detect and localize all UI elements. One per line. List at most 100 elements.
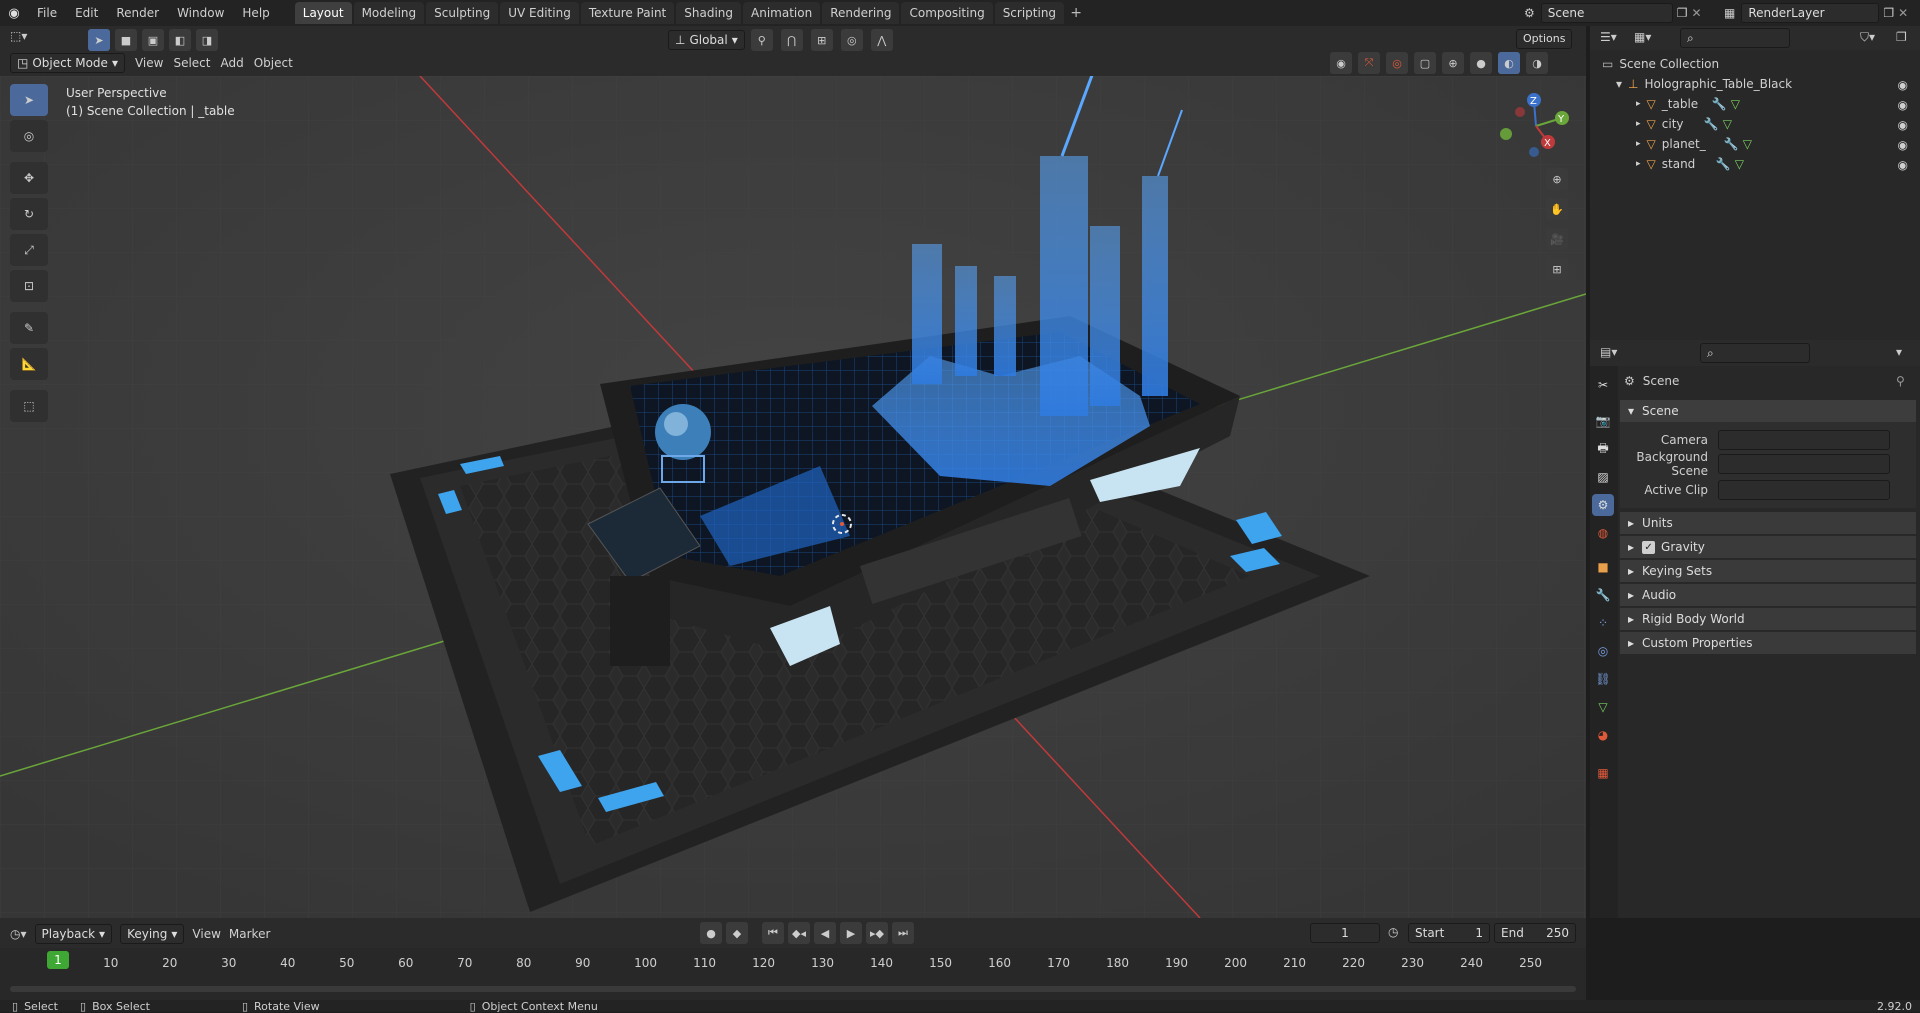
expand-arrow-icon[interactable]: ▸ (1636, 159, 1641, 169)
jump-end-icon[interactable]: ⏭ (892, 922, 914, 944)
pin-icon[interactable]: ⚲ (1896, 374, 1905, 388)
tool-rotate[interactable]: ↻ (10, 198, 48, 230)
eye-icon[interactable]: ◉ (1898, 78, 1908, 92)
options-button[interactable]: Options (1516, 29, 1573, 49)
object-tab-icon[interactable]: ■ (1592, 556, 1614, 578)
texture-tab-icon[interactable]: ▦ (1592, 762, 1614, 784)
mesh-data-icon[interactable]: ▽ (1731, 97, 1740, 111)
tool-add-cube[interactable]: ⬚ (10, 390, 48, 422)
snap-icon[interactable]: ⋂ (780, 29, 803, 51)
tab-compositing[interactable]: Compositing (901, 2, 993, 24)
gravity-checkbox[interactable]: ✓ (1642, 540, 1656, 554)
overlay-icon[interactable]: ◎ (1386, 52, 1408, 74)
outliner-row-city[interactable]: ▸ ▽ city 🔧 ▽ (1636, 114, 1732, 134)
snap-increment-icon[interactable]: ⊞ (810, 29, 833, 51)
gizmo-icon[interactable]: ⤧ (1358, 52, 1380, 74)
mesh-data-icon[interactable]: ▽ (1735, 157, 1744, 171)
outliner-editor-icon[interactable]: ☰▾ (1600, 30, 1617, 44)
physics-tab-icon[interactable]: ◎ (1592, 640, 1614, 662)
pivot-icon[interactable]: ⚲ (750, 29, 773, 51)
eye-icon[interactable]: ◉ (1898, 98, 1908, 112)
select-tool-icon[interactable]: ➤ (88, 29, 110, 51)
record-icon[interactable]: ● (700, 922, 722, 944)
outliner-row-collection[interactable]: ▾ ⊥ Holographic_Table_Black (1616, 74, 1792, 94)
play-reverse-icon[interactable]: ◀ (814, 922, 836, 944)
current-frame-field[interactable]: 1 (1310, 923, 1380, 943)
scene-panel-header[interactable]: ▾ Scene (1620, 400, 1916, 422)
world-tab-icon[interactable]: ◍ (1592, 522, 1614, 544)
expand-arrow-icon[interactable]: ▾ (1616, 77, 1622, 91)
playback-dropdown[interactable]: Playback ▾ (34, 924, 113, 944)
keyframe-icon[interactable]: ◆ (726, 922, 748, 944)
menu-add[interactable]: Add (220, 56, 243, 70)
outliner-search-input[interactable]: ⌕ (1680, 28, 1790, 48)
eye-icon[interactable]: ◉ (1898, 118, 1908, 132)
camera-view-icon[interactable]: 🎥 (1546, 228, 1568, 250)
expand-arrow-icon[interactable]: ▸ (1636, 139, 1641, 149)
rigid-body-world-panel-header[interactable]: ▸ Rigid Body World (1620, 608, 1916, 630)
keying-dropdown[interactable]: Keying ▾ (120, 924, 185, 944)
particles-tab-icon[interactable]: ⁘ (1592, 612, 1614, 634)
select-new-icon[interactable]: ■ (115, 29, 137, 51)
ortho-grid-icon[interactable]: ⊞ (1546, 258, 1568, 280)
blender-logo-icon[interactable]: ◉ (0, 6, 28, 21)
tab-sculpting[interactable]: Sculpting (426, 2, 499, 24)
audio-panel-header[interactable]: ▸ Audio (1620, 584, 1916, 606)
falloff-icon[interactable]: ⋀ (870, 29, 893, 51)
tool-annotate[interactable]: ✎ (10, 312, 48, 344)
material-tab-icon[interactable]: ◕ (1592, 724, 1614, 746)
tool-select[interactable]: ➤ (10, 84, 48, 116)
outliner-row-table[interactable]: ▸ ▽ _table 🔧 ▽ (1636, 94, 1740, 114)
outliner-row-planet[interactable]: ▸ ▽ planet_ 🔧 ▽ (1636, 134, 1752, 154)
menu-file[interactable]: File (28, 0, 66, 26)
pan-hand-icon[interactable]: ✋ (1546, 198, 1568, 220)
menu-object[interactable]: Object (254, 56, 293, 70)
mode-dropdown[interactable]: ◳ Object Mode ▾ (10, 53, 125, 73)
tool-transform[interactable]: ⊡ (10, 270, 48, 302)
prev-keyframe-icon[interactable]: ◆◂ (788, 922, 810, 944)
tool-cursor[interactable]: ◎ (10, 120, 48, 152)
select-extend-icon[interactable]: ▣ (142, 29, 164, 51)
eye-icon[interactable]: ◉ (1898, 138, 1908, 152)
timeline-view-menu[interactable]: View (192, 927, 220, 941)
modifier-tab-icon[interactable]: 🔧 (1592, 584, 1614, 606)
start-frame-field[interactable]: Start 1 (1408, 923, 1490, 943)
display-mode-icon[interactable]: ▦▾ (1634, 30, 1651, 44)
custom-properties-panel-header[interactable]: ▸ Custom Properties (1620, 632, 1916, 654)
scene-tab-icon[interactable]: ⚙ (1592, 494, 1614, 516)
menu-window[interactable]: Window (168, 0, 233, 26)
tab-uv-editing[interactable]: UV Editing (500, 2, 579, 24)
xray-icon[interactable]: ▢ (1414, 52, 1436, 74)
data-tab-icon[interactable]: ▽ (1592, 696, 1614, 718)
scene-icon[interactable]: ⚙ (1524, 6, 1535, 20)
tab-layout[interactable]: Layout (294, 2, 352, 24)
tool-scale[interactable]: ⤢ (10, 234, 48, 266)
render-layer-icon[interactable]: ▦ (1724, 6, 1735, 20)
visibility-icon[interactable]: ◉ (1330, 52, 1352, 74)
modifier-wrench-icon[interactable]: 🔧 (1712, 97, 1727, 111)
zoom-icon[interactable]: ⊕ (1546, 168, 1568, 190)
expand-arrow-icon[interactable]: ▸ (1636, 119, 1641, 129)
timeline-editor-icon[interactable]: ◷▾ (10, 927, 27, 941)
properties-search-input[interactable]: ⌕ (1700, 343, 1810, 363)
delete-scene-icon[interactable]: ✕ (1692, 6, 1702, 20)
new-scene-icon[interactable]: ❐ (1677, 6, 1688, 20)
timeline-scrollbar[interactable] (10, 986, 1576, 992)
tab-animation[interactable]: Animation (743, 2, 821, 24)
select-subtract-icon[interactable]: ◧ (169, 29, 191, 51)
menu-help[interactable]: Help (233, 0, 278, 26)
modifier-wrench-icon[interactable]: 🔧 (1724, 137, 1739, 151)
expand-arrow-icon[interactable]: ▸ (1636, 99, 1641, 109)
play-icon[interactable]: ▶ (840, 922, 862, 944)
next-keyframe-icon[interactable]: ▸◆ (866, 922, 888, 944)
output-tab-icon[interactable]: 🖶 (1592, 438, 1614, 460)
editor-type-selector[interactable]: ⬚▾ (10, 29, 27, 43)
add-workspace-icon[interactable]: + (1066, 5, 1086, 21)
tab-rendering[interactable]: Rendering (822, 2, 900, 24)
tool-measure[interactable]: 📐 (10, 348, 48, 380)
wireframe-shading-icon[interactable]: ⊕ (1442, 52, 1464, 74)
constraints-tab-icon[interactable]: ⛓ (1592, 668, 1614, 690)
properties-editor-icon[interactable]: ▤▾ (1600, 345, 1617, 359)
menu-edit[interactable]: Edit (66, 0, 107, 26)
modifier-wrench-icon[interactable]: 🔧 (1716, 157, 1731, 171)
